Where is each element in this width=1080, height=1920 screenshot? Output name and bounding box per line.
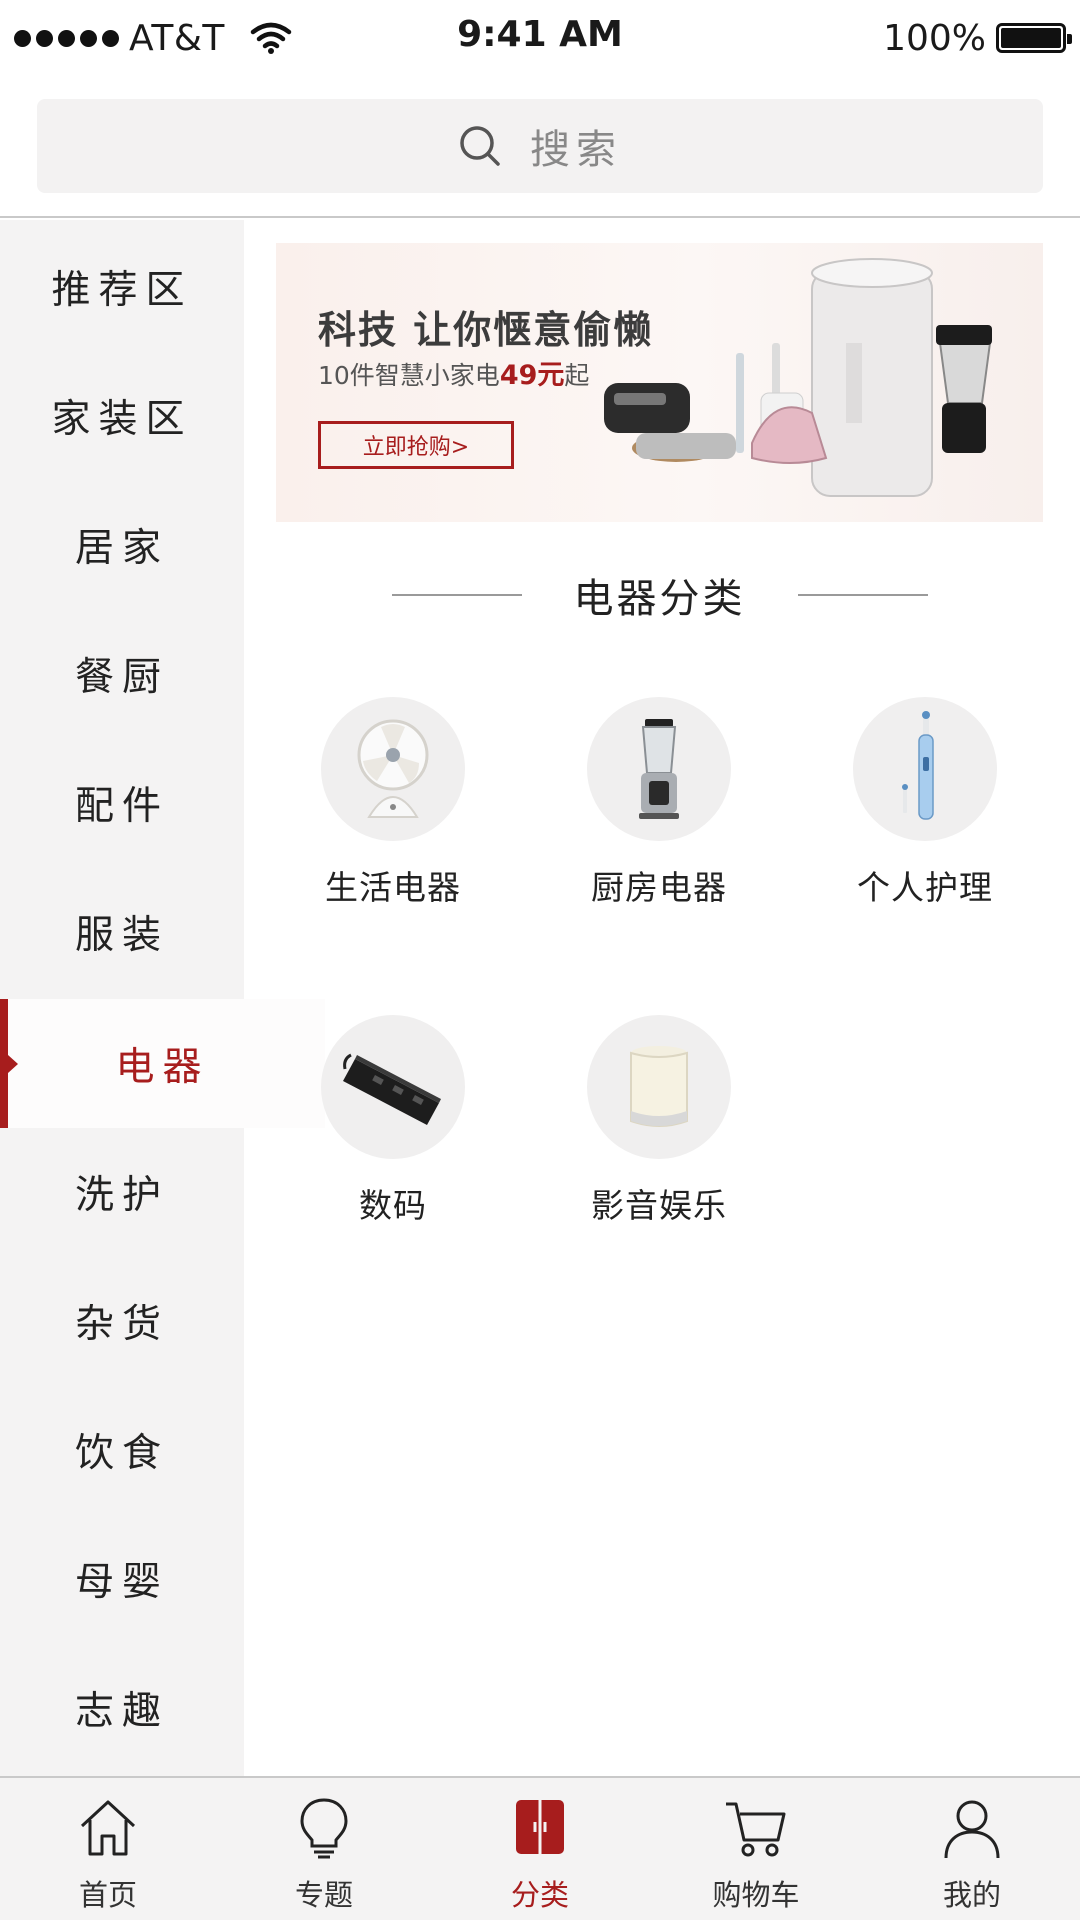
sidebar-item-hobbies[interactable]: 志趣 [0,1643,244,1772]
tab-cart[interactable]: 购物车 [648,1778,864,1920]
sidebar-item-label: 饮食 [74,1430,169,1476]
toothbrush-icon [853,697,997,841]
sidebar-item-baby[interactable]: 母婴 [0,1514,244,1643]
sidebar-item-label: 洗护 [74,1172,169,1218]
tab-topics[interactable]: 专题 [216,1778,432,1920]
category-label: 影音娱乐 [591,1186,727,1225]
sidebar-item-clothing[interactable]: 服装 [0,867,244,996]
battery-icon [996,23,1072,53]
sidebar-item-kitchen[interactable]: 餐厨 [0,609,244,738]
fan-icon [321,697,465,841]
home-icon [80,1800,136,1856]
category-icon [516,1800,564,1854]
tab-category[interactable]: 分类 [432,1778,648,1920]
buy-now-button[interactable]: 立即抢购> [318,421,514,469]
sidebar-item-label: 服装 [74,912,169,958]
battery-percent: 100% [883,17,986,59]
tab-label: 首页 [78,1878,137,1912]
tab-label: 分类 [510,1878,569,1912]
category-sidebar: 推荐区 家装区 居家 餐厨 配件 服装 电器 洗护 杂货 饮食 母婴 志趣 [0,220,325,1778]
category-item-kitchen-appliances[interactable]: 厨房电器 [559,697,759,927]
section-title: 电器分类 [573,576,746,622]
divider [797,594,928,596]
power-strip-icon [321,1015,465,1159]
sidebar-item-care[interactable]: 洗护 [0,1127,244,1256]
sidebar-item-label: 电器 [115,1044,210,1090]
sidebar-item-label: 餐厨 [74,654,169,700]
tab-profile[interactable]: 我的 [864,1778,1080,1920]
sidebar-item-label: 志趣 [74,1688,169,1734]
sidebar-item-label: 居家 [74,525,169,571]
lightbulb-icon [300,1798,348,1859]
sidebar-item-recommend[interactable]: 推荐区 [0,222,244,351]
sidebar-item-label: 配件 [74,783,169,829]
search-input[interactable]: 搜索 [37,99,1043,193]
cart-icon [726,1802,786,1857]
status-bar: AT&T 9:41 AM 100% [0,0,1080,78]
category-label: 厨房电器 [591,868,727,907]
search-area: 搜索 [0,78,1080,218]
tab-home[interactable]: 首页 [0,1778,216,1920]
category-item-personal-care[interactable]: 个人护理 [825,697,1025,927]
banner-subtitle-prefix: 10件智慧小家电 [318,361,500,390]
divider [391,594,522,596]
category-label: 个人护理 [857,868,993,907]
sidebar-item-label: 母婴 [74,1559,169,1605]
banner-subtitle: 10件智慧小家电49元起 [318,353,589,392]
sidebar-item-accessories[interactable]: 配件 [0,738,244,867]
category-label: 数码 [359,1186,427,1225]
user-icon [944,1800,1000,1859]
sidebar-item-home-decor[interactable]: 家装区 [0,351,244,480]
category-item-audio-video[interactable]: 影音娱乐 [559,1015,759,1245]
lamp-speaker-icon [587,1015,731,1159]
sidebar-item-appliances[interactable]: 电器 [0,999,325,1128]
banner-price: 49元 [499,360,565,391]
sidebar-item-household[interactable]: 居家 [0,480,244,609]
promo-banner[interactable]: 科技 让你惬意偷懒 10件智慧小家电49元起 立即抢购> [276,243,1043,522]
sidebar-item-sundries[interactable]: 杂货 [0,1256,244,1385]
tab-label: 购物车 [712,1878,800,1912]
bottom-tab-bar: 首页 专题 分类 购物车 我的 [0,1776,1080,1920]
tab-label: 我的 [942,1878,1001,1912]
status-right: 100% [883,16,1072,60]
category-item-living-appliances[interactable]: 生活电器 [293,697,493,927]
sidebar-item-food[interactable]: 饮食 [0,1385,244,1514]
category-item-digital[interactable]: 数码 [293,1015,493,1245]
blender-icon [587,697,731,841]
sidebar-item-label: 杂货 [74,1301,169,1347]
section-heading: 电器分类 [276,565,1043,625]
category-label: 生活电器 [325,868,461,907]
sidebar-item-label: 推荐区 [51,267,193,313]
banner-appliances-image [604,258,992,497]
tab-label: 专题 [294,1878,353,1912]
sidebar-item-label: 家装区 [51,396,193,442]
search-icon [460,126,500,166]
search-placeholder: 搜索 [530,127,622,173]
